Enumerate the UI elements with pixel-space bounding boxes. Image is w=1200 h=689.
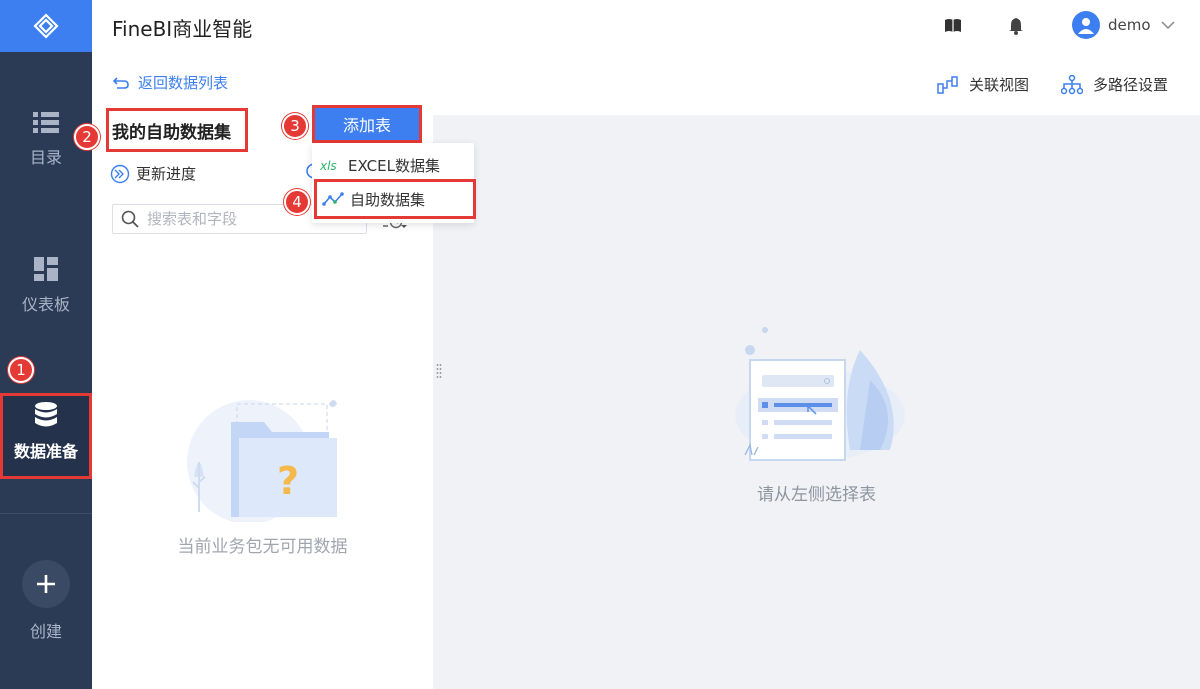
relation-view-icon bbox=[937, 75, 958, 94]
self-service-dataset-icon bbox=[322, 192, 344, 206]
menu-item-self-service-dataset[interactable]: 自助数据集 bbox=[314, 179, 476, 219]
logo[interactable] bbox=[0, 0, 92, 52]
multipath-settings-button[interactable]: 多路径设置 bbox=[1061, 74, 1168, 95]
menu-item-label: 自助数据集 bbox=[350, 190, 426, 209]
plus-icon bbox=[37, 575, 55, 593]
book-icon[interactable] bbox=[943, 16, 963, 36]
back-link-label: 返回数据列表 bbox=[138, 74, 229, 92]
multipath-icon bbox=[1061, 74, 1083, 94]
add-table-menu: xls EXCEL数据集 自助数据集 bbox=[312, 143, 476, 223]
step-badge-3: 3 bbox=[282, 113, 308, 139]
logo-icon bbox=[33, 13, 59, 39]
nav-divider bbox=[0, 513, 92, 514]
nav-item-dashboard[interactable]: 仪表板 bbox=[0, 257, 92, 315]
bell-icon[interactable] bbox=[1006, 16, 1026, 36]
nav-item-create[interactable]: 创建 bbox=[0, 560, 92, 642]
main-toolbar: 关联视图 多路径设置 bbox=[433, 52, 1200, 115]
annotation-box-1 bbox=[0, 393, 92, 479]
avatar bbox=[1072, 11, 1100, 39]
select-table-illustration bbox=[735, 327, 905, 461]
top-header: FineBI商业智能 demo bbox=[92, 0, 1200, 52]
panel-title: 我的自助数据集 bbox=[106, 108, 248, 152]
back-to-list-link[interactable]: 返回数据列表 bbox=[112, 72, 228, 93]
nav-item-label: 创建 bbox=[29, 622, 62, 641]
menu-item-excel-dataset[interactable]: xls EXCEL数据集 bbox=[312, 147, 474, 183]
select-table-hint: 请从左侧选择表 bbox=[757, 485, 876, 505]
menu-item-label: EXCEL数据集 bbox=[348, 156, 440, 175]
add-table-button[interactable]: 添加表 bbox=[315, 108, 419, 140]
dashboard-icon bbox=[34, 257, 58, 281]
panel-resize-handle[interactable] bbox=[436, 363, 442, 379]
back-arrow-icon bbox=[112, 76, 129, 89]
user-menu[interactable]: demo bbox=[1072, 11, 1175, 39]
create-button[interactable] bbox=[22, 560, 70, 608]
xls-icon: xls bbox=[320, 159, 337, 172]
progress-label: 更新进度 bbox=[136, 165, 197, 183]
toolbar-label: 多路径设置 bbox=[1093, 76, 1169, 94]
step-badge-1: 1 bbox=[8, 357, 34, 383]
progress-icon bbox=[110, 164, 130, 183]
step-badge-4: 4 bbox=[284, 189, 310, 215]
chevron-down-icon bbox=[1161, 21, 1175, 30]
empty-state-text: 当前业务包无可用数据 bbox=[177, 537, 348, 557]
step-badge-2: 2 bbox=[74, 124, 100, 150]
user-name: demo bbox=[1108, 16, 1151, 34]
annotation-box-3: 添加表 bbox=[312, 105, 422, 143]
toolbar-label: 关联视图 bbox=[969, 76, 1030, 94]
nav-item-label: 目录 bbox=[29, 148, 62, 167]
nav-item-label: 仪表板 bbox=[21, 295, 70, 314]
empty-folder-illustration: ? bbox=[187, 400, 337, 522]
svg-text:?: ? bbox=[277, 459, 299, 503]
svg-text:xls: xls bbox=[320, 159, 337, 172]
list-icon bbox=[33, 112, 59, 133]
left-nav: 目录 仪表板 数据准备 创建 bbox=[0, 0, 92, 689]
relation-view-button[interactable]: 关联视图 bbox=[937, 74, 1029, 95]
user-icon bbox=[1078, 18, 1094, 34]
search-icon bbox=[121, 210, 139, 228]
update-progress-link[interactable]: 更新进度 bbox=[110, 163, 196, 184]
app-title: FineBI商业智能 bbox=[112, 17, 253, 41]
